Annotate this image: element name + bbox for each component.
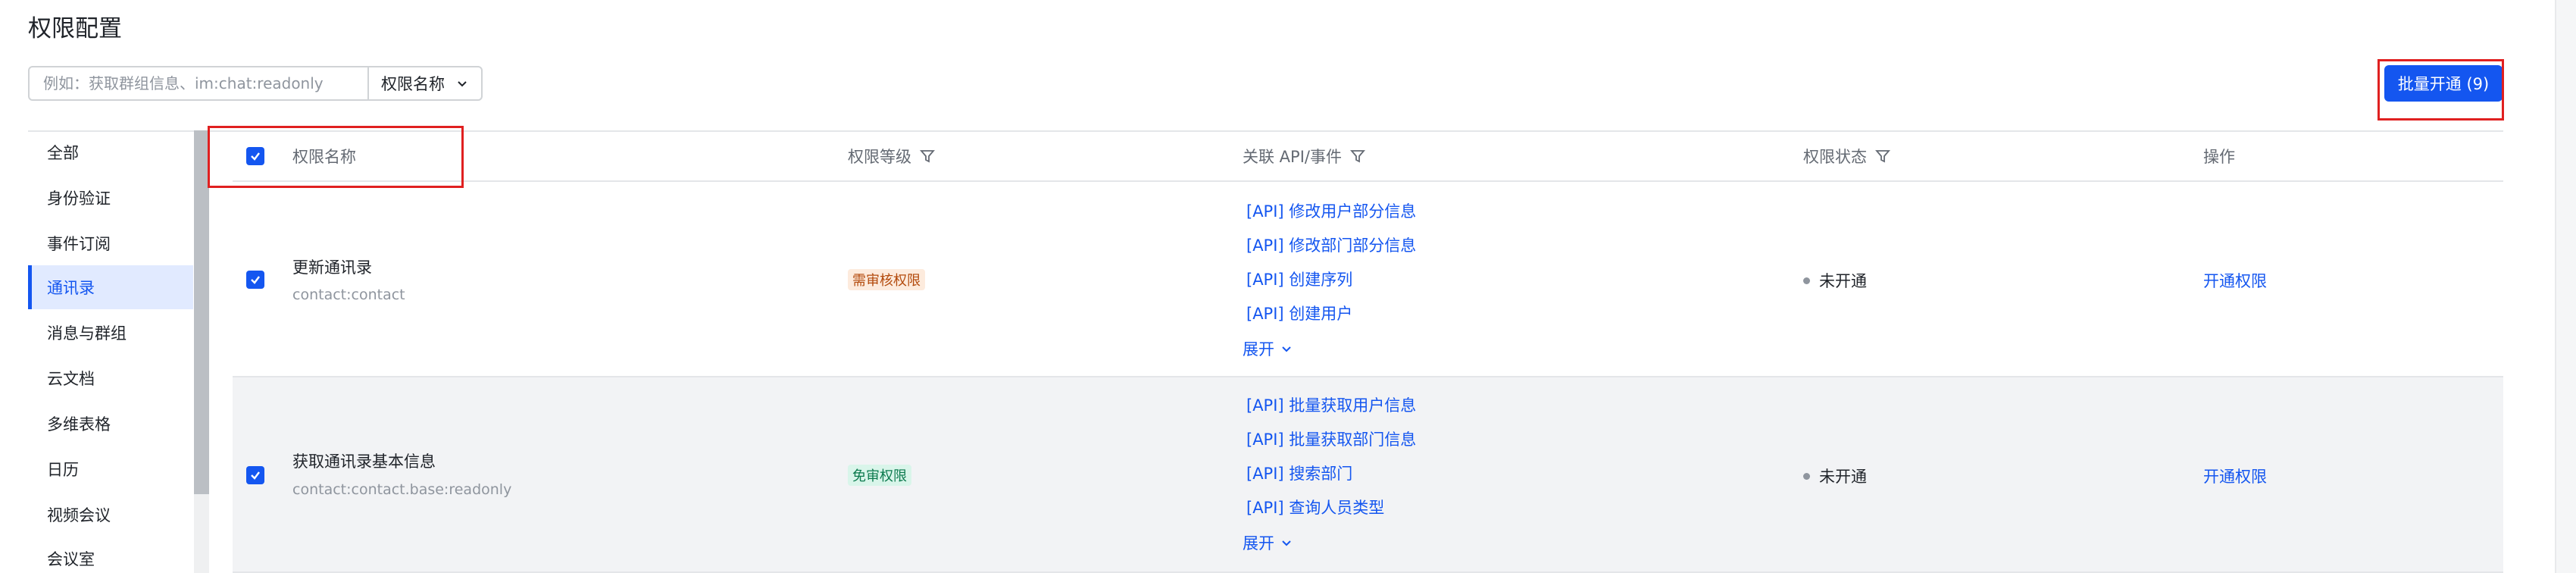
- table-row: 获取通讯录基本信息 contact:contact.base:readonly …: [233, 377, 2503, 573]
- search-input[interactable]: [30, 67, 369, 99]
- api-link[interactable]: [API] 创建用户: [1246, 302, 1352, 324]
- check-icon: [251, 276, 260, 284]
- permission-code: contact:contact: [292, 286, 405, 303]
- permission-status: 未开通: [1803, 269, 1867, 292]
- sidebar-item-calendar[interactable]: 日历: [28, 447, 193, 491]
- sidebar-item-meeting-room[interactable]: 会议室: [28, 537, 193, 573]
- header-level: 权限等级: [848, 130, 936, 182]
- header-api: 关联 API/事件: [1243, 130, 1366, 182]
- permission-level-badge: 免审权限: [848, 465, 911, 486]
- sidebar-item-contacts[interactable]: 通讯录: [28, 265, 193, 309]
- permission-code: contact:contact.base:readonly: [292, 481, 512, 498]
- header-name-label: 权限名称: [292, 148, 356, 166]
- filter-icon[interactable]: [919, 148, 936, 164]
- check-icon: [251, 152, 260, 161]
- permission-level-badge: 需审核权限: [848, 269, 925, 290]
- chevron-down-icon: [1282, 346, 1291, 352]
- expand-link[interactable]: 展开: [1243, 337, 1293, 360]
- api-link[interactable]: [API] 批量获取部门信息: [1246, 427, 1416, 450]
- status-label: 未开通: [1819, 272, 1867, 290]
- sidebar-item-label: 全部: [47, 144, 79, 162]
- status-dot: [1803, 472, 1810, 480]
- permission-name: 获取通讯录基本信息: [292, 452, 436, 471]
- sidebar-item-bitable[interactable]: 多维表格: [28, 402, 193, 446]
- sidebar-item-messages[interactable]: 消息与群组: [28, 311, 193, 355]
- expand-link[interactable]: 展开: [1243, 531, 1293, 554]
- sidebar-item-all[interactable]: 全部: [28, 130, 193, 174]
- sidebar-item-label: 身份验证: [47, 189, 111, 208]
- batch-enable-button[interactable]: 批量开通 (9): [2384, 65, 2503, 102]
- status-dot: [1803, 277, 1810, 284]
- sidebar-item-label: 日历: [47, 461, 79, 479]
- sidebar-item-label: 事件订阅: [47, 235, 111, 253]
- select-all-checkbox[interactable]: [246, 147, 264, 165]
- row-checkbox[interactable]: [246, 271, 264, 289]
- header-name: 权限名称: [292, 130, 356, 182]
- sidebar-scrollbar-thumb[interactable]: [194, 130, 209, 494]
- header-status-label: 权限状态: [1803, 148, 1867, 166]
- chevron-down-icon: [458, 81, 467, 87]
- api-link[interactable]: [API] 修改用户部分信息: [1246, 199, 1416, 222]
- sidebar-item-label: 通讯录: [47, 279, 95, 297]
- sidebar-item-label: 消息与群组: [47, 324, 127, 343]
- sidebar-item-label: 会议室: [47, 550, 95, 568]
- api-link[interactable]: [API] 搜索部门: [1246, 462, 1352, 484]
- header-status: 权限状态: [1803, 130, 1891, 182]
- page-scrollbar[interactable]: [2555, 0, 2576, 573]
- api-link[interactable]: [API] 批量获取用户信息: [1246, 393, 1416, 416]
- table-header: 权限名称 权限等级 关联 API/事件 权限状态 操作: [233, 130, 2503, 182]
- search-field-label: 权限名称: [381, 75, 445, 93]
- sidebar-item-label: 视频会议: [47, 506, 111, 524]
- chevron-down-icon: [1282, 540, 1291, 546]
- expand-label: 展开: [1243, 534, 1274, 553]
- api-link[interactable]: [API] 查询人员类型: [1246, 496, 1384, 518]
- sidebar-item-label: 云文档: [47, 370, 95, 388]
- header-action-label: 操作: [2203, 148, 2235, 166]
- header-api-label: 关联 API/事件: [1243, 148, 1342, 166]
- filter-icon[interactable]: [1349, 148, 1366, 164]
- sidebar-item-label: 多维表格: [47, 415, 111, 434]
- api-link[interactable]: [API] 创建序列: [1246, 268, 1352, 290]
- check-icon: [251, 471, 260, 480]
- sidebar-item-docs[interactable]: 云文档: [28, 356, 193, 400]
- sidebar-scrollbar[interactable]: [194, 130, 209, 573]
- sidebar-item-auth[interactable]: 身份验证: [28, 176, 193, 220]
- header-action: 操作: [2203, 130, 2235, 182]
- enable-permission-link[interactable]: 开通权限: [2203, 269, 2267, 292]
- category-sidebar: 全部 身份验证 事件订阅 通讯录 消息与群组 云文档 多维表格 日历 视频会议 …: [28, 130, 193, 573]
- search-field-select[interactable]: 权限名称: [369, 72, 481, 95]
- status-label: 未开通: [1819, 468, 1867, 486]
- header-level-label: 权限等级: [848, 148, 911, 166]
- api-link[interactable]: [API] 修改部门部分信息: [1246, 233, 1416, 256]
- expand-label: 展开: [1243, 340, 1274, 359]
- filter-icon[interactable]: [1874, 148, 1891, 164]
- sidebar-item-vc[interactable]: 视频会议: [28, 493, 193, 537]
- permission-status: 未开通: [1803, 465, 1867, 487]
- row-checkbox[interactable]: [246, 466, 264, 484]
- enable-permission-link[interactable]: 开通权限: [2203, 465, 2267, 487]
- table-row: 更新通讯录 contact:contact 需审核权限 [API] 修改用户部分…: [233, 183, 2503, 377]
- page-title: 权限配置: [28, 15, 122, 42]
- sidebar-item-events[interactable]: 事件订阅: [28, 221, 193, 265]
- search-bar: 权限名称: [28, 66, 483, 101]
- permission-table: 权限名称 权限等级 关联 API/事件 权限状态 操作 更新通讯录 contac…: [233, 130, 2503, 573]
- permission-name: 更新通讯录: [292, 258, 372, 277]
